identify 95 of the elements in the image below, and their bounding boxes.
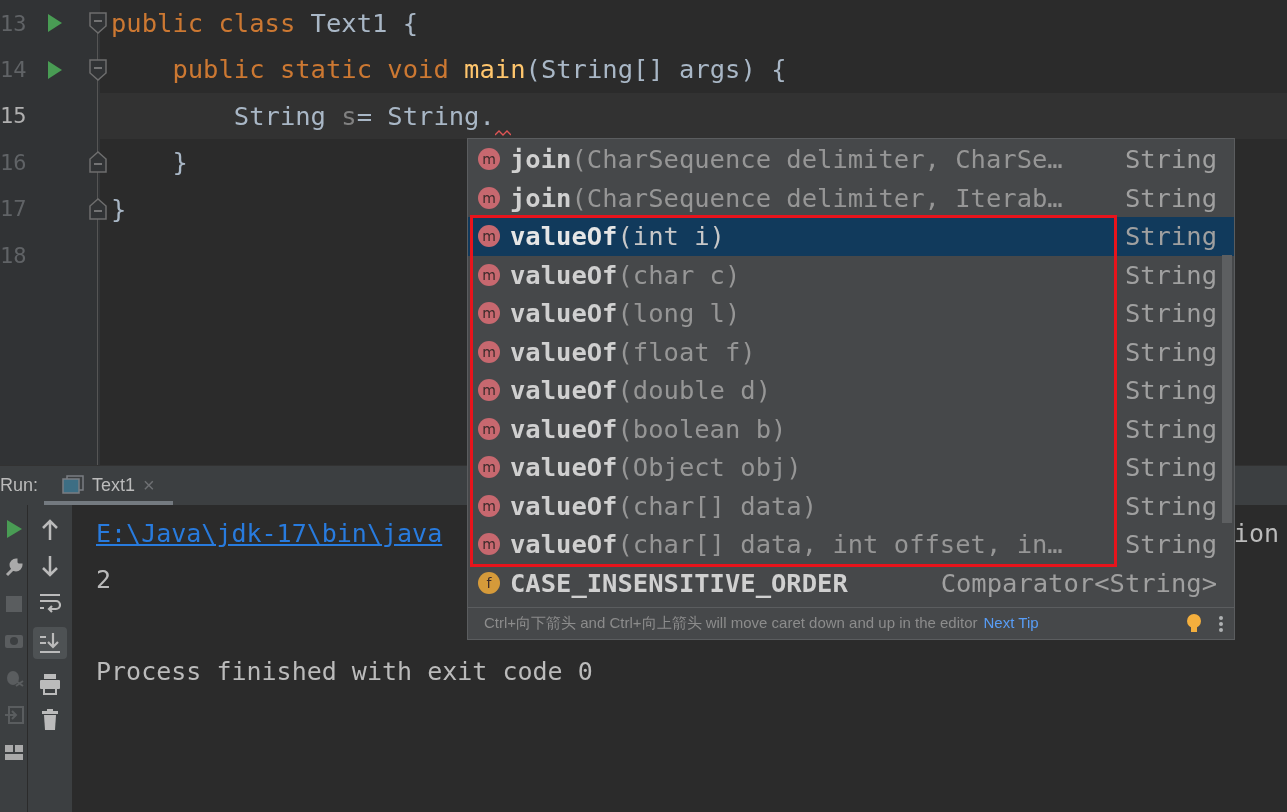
return-type: String — [1124, 220, 1217, 254]
return-type: String — [1124, 489, 1217, 523]
layout-icon[interactable] — [3, 743, 24, 761]
down-arrow-icon[interactable] — [41, 555, 59, 577]
method-icon: m — [478, 263, 500, 286]
stop-icon — [4, 595, 23, 613]
item-parameters: (double d) — [617, 374, 771, 408]
item-parameters: (char[] data) — [617, 489, 818, 523]
method-icon: m — [478, 533, 500, 556]
fold-icon[interactable] — [89, 196, 107, 221]
item-name: CASE_INSENSITIVE_ORDER — [510, 566, 848, 600]
fold-icon[interactable] — [89, 57, 107, 82]
run-gutter-icon[interactable] — [47, 59, 63, 80]
return-type: Comparator<String> — [940, 566, 1217, 600]
fold-icon[interactable] — [89, 11, 107, 36]
item-name: join — [510, 181, 572, 215]
code-line: public static void main(String[] args) { — [171, 53, 787, 87]
console-icon — [62, 475, 84, 495]
item-parameters: (float f) — [617, 335, 756, 369]
up-arrow-icon[interactable] — [41, 519, 59, 541]
run-icon[interactable] — [4, 519, 23, 539]
more-icon[interactable] — [1218, 614, 1224, 633]
completion-item[interactable]: m valueOf(char[] data, int offset, in… String — [468, 525, 1234, 564]
item-parameters: (long l) — [617, 297, 741, 331]
print-icon[interactable] — [39, 673, 61, 695]
completion-item[interactable]: m join(CharSequence delimiter, CharSe… String — [468, 140, 1234, 179]
method-icon: m — [478, 494, 500, 517]
method-icon: m — [478, 186, 500, 209]
lightbulb-icon[interactable] — [1186, 612, 1202, 635]
method-icon: m — [478, 302, 500, 325]
code-line: } — [171, 146, 188, 180]
console-output: 2 — [96, 564, 112, 597]
scrollbar[interactable] — [1222, 255, 1232, 523]
run-gutter-icon[interactable] — [47, 13, 63, 34]
code-line: } — [111, 192, 127, 226]
method-icon: m — [478, 225, 500, 248]
trash-icon[interactable] — [41, 709, 59, 731]
return-type: String — [1124, 181, 1217, 215]
return-type: String — [1124, 412, 1217, 446]
completion-item[interactable]: m valueOf(long l) String — [468, 294, 1234, 333]
item-name: valueOf — [510, 374, 618, 408]
console-output: Process finished with exit code 0 — [96, 656, 593, 689]
item-parameters: (CharSequence delimiter, Iterab… — [571, 181, 1063, 215]
item-name: valueOf — [510, 528, 618, 562]
completion-item[interactable]: m valueOf(char c) String — [468, 255, 1234, 294]
method-icon: m — [478, 340, 500, 363]
code-line: public class Text1 { — [111, 7, 419, 41]
method-icon: m — [478, 148, 500, 171]
item-name: valueOf — [510, 451, 618, 485]
item-parameters: (char[] data, int offset, in… — [617, 528, 1063, 562]
fold-icon[interactable] — [89, 150, 107, 175]
item-name: valueOf — [510, 335, 618, 369]
item-parameters: (Object obj) — [617, 451, 802, 485]
command-link[interactable]: E:\Java\jdk-17\bin\java — [96, 515, 443, 553]
item-name: valueOf — [510, 220, 618, 254]
return-type: String — [1124, 335, 1217, 369]
item-parameters: (boolean b) — [617, 412, 787, 446]
scroll-to-end-icon — [39, 632, 61, 654]
scroll-to-end-button[interactable] — [33, 627, 67, 659]
item-name: valueOf — [510, 258, 618, 292]
tab-title: Text1 — [92, 473, 136, 497]
completion-item[interactable]: f CASE_INSENSITIVE_ORDER Comparator<String> — [468, 563, 1234, 602]
hint-text: Ctrl+向下箭头 and Ctrl+向上箭头 will move caret down and up in the editor — [484, 613, 978, 634]
completion-item[interactable]: m join(CharSequence delimiter, Iterab… String — [468, 178, 1234, 217]
wrap-icon[interactable] — [39, 591, 61, 613]
code-line: String s= String. — [232, 99, 495, 133]
wrench-icon[interactable] — [3, 557, 24, 577]
completion-item[interactable]: m valueOf(float f) String — [468, 332, 1234, 371]
item-name: valueOf — [510, 412, 618, 446]
method-icon: m — [478, 456, 500, 479]
return-type: String — [1124, 451, 1217, 485]
item-parameters: (int i) — [617, 220, 725, 254]
return-type: String — [1124, 143, 1217, 177]
next-tip-link[interactable]: Next Tip — [983, 612, 1039, 635]
method-icon: m — [478, 417, 500, 440]
item-name: join — [510, 143, 572, 177]
completion-item[interactable]: m valueOf(boolean b) String — [468, 409, 1234, 448]
console-output: ion — [1233, 518, 1280, 551]
item-parameters: (CharSequence delimiter, CharSe… — [571, 143, 1063, 177]
return-type: String — [1124, 374, 1217, 408]
import-icon — [3, 705, 24, 725]
item-name: valueOf — [510, 297, 618, 331]
panel-label: Run: — [0, 474, 40, 497]
field-icon: f — [478, 571, 500, 594]
item-name: valueOf — [510, 489, 618, 523]
completion-item[interactable]: m valueOf(double d) String — [468, 371, 1234, 410]
completion-item[interactable]: m valueOf(Object obj) String — [468, 448, 1234, 487]
item-parameters: (char c) — [617, 258, 741, 292]
completion-item[interactable]: m valueOf(char[] data) String — [468, 486, 1234, 525]
line-number: 15 — [0, 102, 28, 131]
return-type: String — [1124, 528, 1217, 562]
completion-item[interactable]: m valueOf(int i) String — [468, 217, 1234, 256]
return-type: String — [1124, 258, 1217, 292]
return-type: String — [1124, 297, 1217, 331]
method-icon: m — [478, 379, 500, 402]
